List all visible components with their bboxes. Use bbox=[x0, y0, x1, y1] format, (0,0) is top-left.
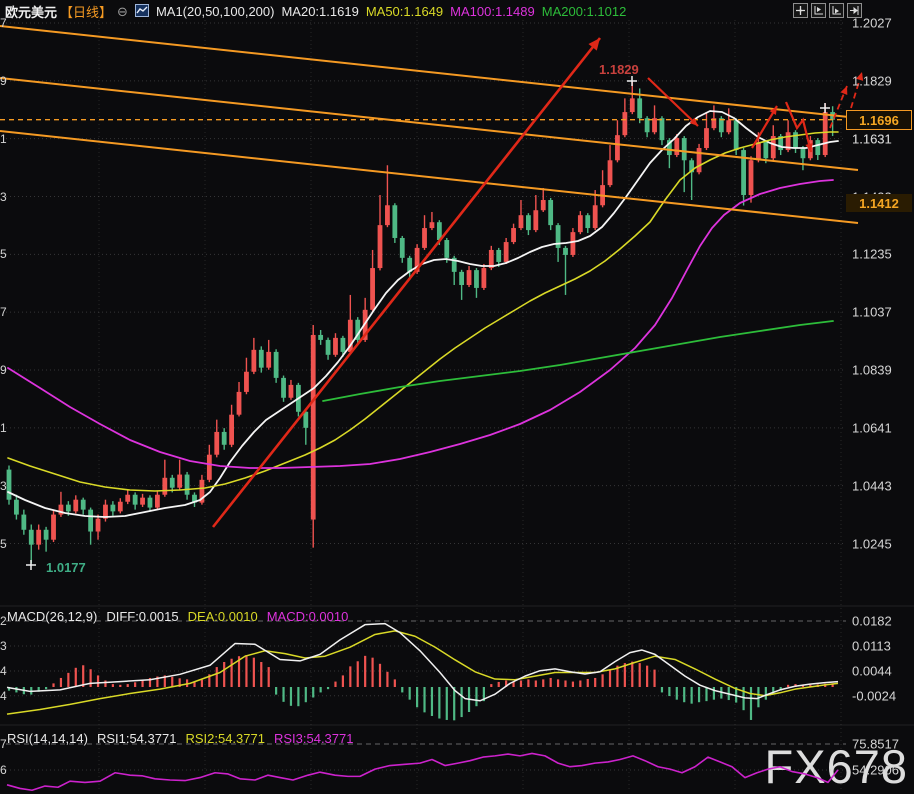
chart-type-icon[interactable] bbox=[135, 4, 149, 20]
rsi3-value: RSI3:54.3771 bbox=[274, 731, 354, 746]
rsi-title: RSI(14,14,14) bbox=[7, 731, 88, 746]
snap-right-edge-icon[interactable] bbox=[847, 3, 862, 18]
macd-title: MACD(26,12,9) bbox=[7, 609, 97, 624]
current-price-box[interactable]: 1.1696 bbox=[846, 110, 912, 130]
macd-pane-header: MACD(26,12,9) DIFF:0.0015 DEA:0.0010 MAC… bbox=[7, 609, 348, 624]
swing-low-label: 1.0177 bbox=[46, 560, 86, 575]
rsi-pane-header: RSI(14,14,14) RSI1:54.3771 RSI2:54.3771 … bbox=[7, 731, 353, 746]
rsi2-value: RSI2:54.3771 bbox=[185, 731, 265, 746]
period-label[interactable]: 【日线】 bbox=[60, 2, 112, 21]
support-level-box: 1.1412 bbox=[846, 194, 912, 212]
ma20-label: MA20:1.1619 bbox=[281, 4, 358, 19]
scale-right-icon[interactable] bbox=[829, 3, 844, 18]
move-tool-icon[interactable] bbox=[793, 3, 808, 18]
rsi1-value: RSI1:54.3771 bbox=[97, 731, 177, 746]
ma-settings-label: MA1(20,50,100,200) bbox=[156, 4, 275, 19]
ma50-label: MA50:1.1649 bbox=[366, 4, 443, 19]
ma100-label: MA100:1.1489 bbox=[450, 4, 535, 19]
collapse-icon[interactable]: ⊖ bbox=[117, 4, 128, 20]
swing-high-label: 1.1829 bbox=[599, 62, 639, 77]
chart-canvas[interactable] bbox=[0, 0, 914, 794]
axis-label-partially-hidden: 1.1631 bbox=[852, 132, 892, 147]
ma200-label: MA200:1.1012 bbox=[542, 4, 627, 19]
macd-macd-value: MACD:0.0010 bbox=[267, 609, 349, 624]
chart-header: 欧元美元 【日线】 ⊖ MA1(20,50,100,200) MA20:1.16… bbox=[5, 2, 626, 21]
scale-left-icon[interactable] bbox=[811, 3, 826, 18]
chart-toolbar bbox=[793, 3, 862, 18]
symbol-name: 欧元美元 bbox=[5, 2, 57, 21]
macd-diff-value: DIFF:0.0015 bbox=[106, 609, 178, 624]
macd-dea-value: DEA:0.0010 bbox=[188, 609, 258, 624]
trading-chart-window: { "header": { "symbol": "欧元美元", "period"… bbox=[0, 0, 914, 794]
